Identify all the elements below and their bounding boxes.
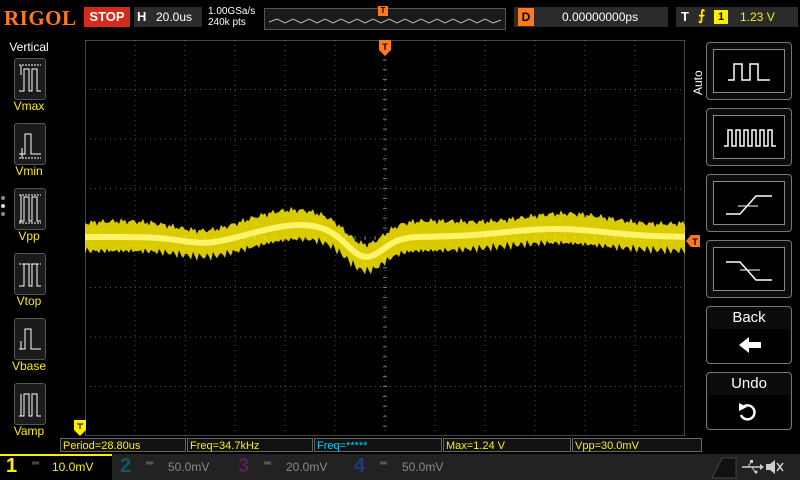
ch3-scale[interactable]: 20.0mV — [286, 458, 327, 476]
button-frame — [713, 115, 785, 159]
trigger-box[interactable] — [676, 7, 798, 27]
ch2-number[interactable]: 2 — [120, 455, 131, 478]
button-frame — [713, 49, 785, 93]
ch1-number: 1 — [6, 455, 18, 477]
usb-icon — [742, 460, 764, 474]
ch1-ground-marker[interactable] — [74, 420, 86, 436]
vbase-icon — [19, 328, 41, 350]
horizontal-label: H — [137, 9, 147, 24]
rising-edge-trigger-icon: ⨍ — [698, 7, 706, 23]
trigger-source: 1 — [714, 10, 728, 24]
timebase-value: 20.0us — [156, 10, 193, 24]
delay-label: D — [518, 8, 534, 26]
trigger-level: 1.23 V — [740, 10, 775, 24]
brand-logo: RIGOL — [4, 6, 77, 30]
vamp-icon — [19, 393, 41, 417]
sound-muted-icon[interactable] — [764, 458, 786, 476]
back-arrow-icon — [739, 337, 761, 353]
vbase-label: Vbase — [11, 359, 47, 373]
measurement-freq-ch2[interactable]: Freq=***** — [314, 438, 442, 452]
ch4-scale[interactable]: 50.0mV — [402, 458, 443, 476]
back-button[interactable]: Back — [706, 306, 792, 364]
memory-depth: 240k pts — [208, 17, 246, 28]
button-frame — [709, 329, 789, 363]
ch3-coupling-icon: ═ — [264, 458, 272, 469]
falling-edge-button[interactable] — [706, 240, 792, 298]
vmax-icon — [19, 64, 41, 92]
rising-edge-icon — [726, 195, 772, 215]
rising-edge-button[interactable] — [706, 174, 792, 232]
vbase-button[interactable] — [14, 318, 46, 360]
menu-mode-label: Auto — [691, 70, 705, 95]
undo-label: Undo — [731, 375, 767, 392]
measurement-period[interactable]: Period=28.80us — [60, 438, 186, 452]
vmin-icon — [19, 133, 41, 159]
ch1-coupling-icon: ═ — [32, 458, 40, 469]
button-frame — [713, 181, 785, 225]
vtop-label: Vtop — [16, 294, 42, 308]
trigger-level-marker[interactable]: T — [686, 235, 700, 247]
square-wave-button[interactable] — [706, 42, 792, 100]
measure-category-title: Vertical — [9, 40, 49, 54]
delay-value: 0.00000000ps — [562, 10, 639, 24]
vmax-label: Vmax — [13, 99, 45, 113]
waveform-display[interactable] — [84, 39, 686, 437]
svg-text:T: T — [692, 237, 698, 247]
menu-tab-icon[interactable] — [708, 454, 738, 480]
sample-rate: 1.00GSa/s — [208, 6, 256, 17]
svg-text:T: T — [382, 42, 388, 52]
measurement-freq-ch1[interactable]: Freq=34.7kHz — [187, 438, 313, 452]
vamp-label: Vamp — [13, 424, 45, 438]
page-indicator-dot-active — [1, 204, 5, 208]
run-stop-status[interactable]: STOP — [84, 7, 130, 27]
trigger-label: T — [681, 9, 689, 24]
vpp-label: Vpp — [18, 229, 40, 243]
page-indicator-dot — [1, 196, 5, 200]
button-frame — [713, 247, 785, 291]
vpp-icon — [19, 194, 41, 224]
pulse-train-button[interactable] — [706, 108, 792, 166]
undo-icon — [739, 403, 756, 421]
trigger-time-marker[interactable]: T — [378, 40, 392, 56]
ch3-number[interactable]: 3 — [238, 455, 249, 478]
measurement-vpp[interactable]: Vpp=30.0mV — [572, 438, 702, 452]
ch4-number[interactable]: 4 — [354, 455, 365, 478]
ch2-scale[interactable]: 50.0mV — [168, 458, 209, 476]
square-wave-icon — [728, 63, 770, 81]
vtop-button[interactable] — [14, 253, 46, 295]
vpp-button[interactable] — [14, 188, 46, 230]
sample-info: 1.00GSa/s 240k pts — [208, 6, 255, 28]
ch2-coupling-icon: ═ — [146, 458, 154, 469]
vmin-label: Vmin — [15, 164, 43, 178]
pulse-train-icon — [724, 129, 776, 147]
measurement-max[interactable]: Max=1.24 V — [443, 438, 571, 452]
page-indicator-dot — [1, 212, 5, 216]
vtop-icon — [19, 263, 41, 287]
ch1-scale[interactable]: 10.0mV — [52, 458, 93, 476]
falling-edge-icon — [726, 261, 772, 281]
ch4-coupling-icon: ═ — [380, 458, 388, 469]
back-label: Back — [732, 309, 766, 326]
vmax-button[interactable] — [14, 58, 46, 100]
undo-button[interactable]: Undo — [706, 372, 792, 430]
graticule — [84, 39, 686, 437]
button-frame — [709, 395, 789, 429]
vmin-button[interactable] — [14, 123, 46, 165]
vamp-button[interactable] — [14, 383, 46, 425]
trigger-position-marker: T — [378, 6, 388, 16]
